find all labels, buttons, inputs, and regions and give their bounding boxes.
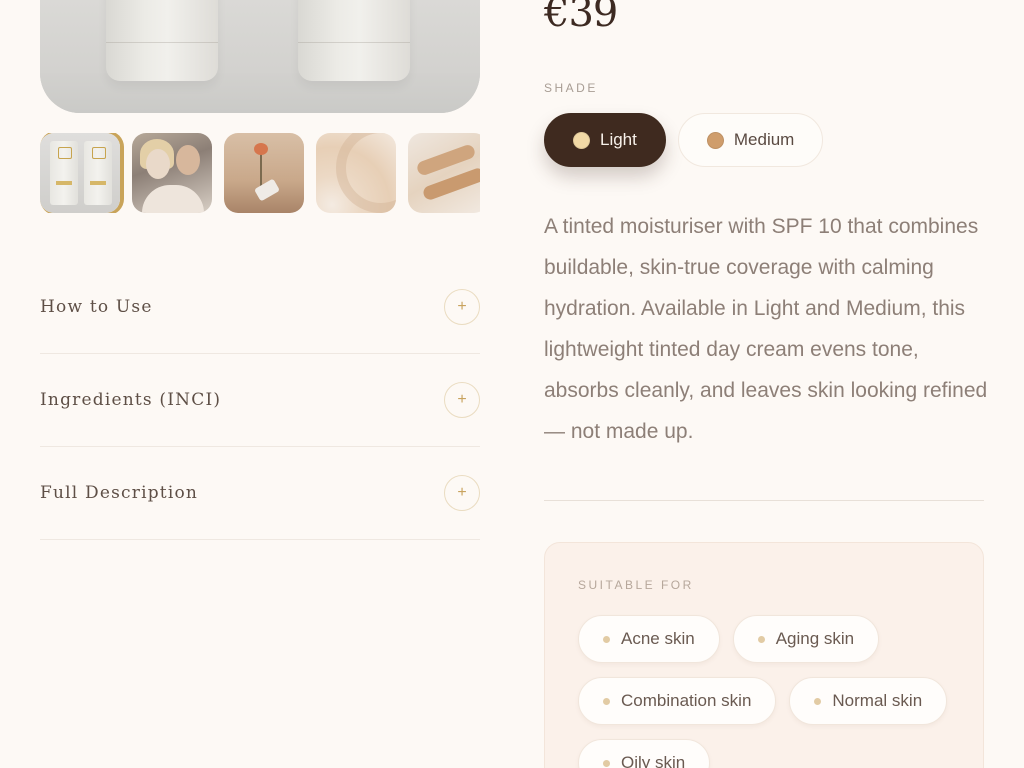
product-accordion: How to Use + Ingredients (INCI) + Full D… <box>40 261 480 540</box>
skin-type-label: Aging skin <box>775 629 855 648</box>
shade-swatch <box>573 131 590 149</box>
skin-type-chip: Aging skin <box>732 615 880 663</box>
skin-type-chips: Acne skin Aging skin Combination skin No… <box>578 615 968 768</box>
bullet-dot-icon <box>757 635 765 643</box>
product-tube-image <box>298 0 410 81</box>
skin-type-label: Combination skin <box>621 691 752 710</box>
shade-label: SHADE <box>544 81 598 95</box>
image-backdrop <box>40 73 480 113</box>
skin-type-label: Oily skin <box>621 753 686 768</box>
bullet-dot-icon <box>603 635 610 643</box>
model-graphic <box>146 149 170 179</box>
tube-graphic <box>84 141 112 205</box>
product-price: €39 <box>544 0 618 36</box>
suitable-for-label: SUITABLE FOR <box>578 578 694 592</box>
accordion-ingredients[interactable]: Ingredients (INCI) + <box>40 354 480 447</box>
shade-selector: Light Medium <box>544 113 824 167</box>
model-graphic <box>176 145 200 175</box>
product-page: How to Use + Ingredients (INCI) + Full D… <box>0 0 1024 768</box>
product-main-image[interactable] <box>40 0 480 113</box>
accordion-title: How to Use <box>40 297 153 317</box>
skin-type-chip: Normal skin <box>789 677 948 725</box>
suitable-for-panel: SUITABLE FOR Acne skin Aging skin Combin… <box>544 542 984 768</box>
plus-icon[interactable]: + <box>444 289 480 325</box>
accordion-title: Ingredients (INCI) <box>40 390 222 410</box>
shade-option-medium[interactable]: Medium <box>677 113 824 167</box>
tube-graphic <box>50 141 78 205</box>
shade-option-label: Light <box>600 130 637 149</box>
shade-option-label: Medium <box>733 130 795 149</box>
product-tube-image <box>106 0 218 81</box>
cream-graphic <box>336 133 396 213</box>
skin-type-label: Acne skin <box>621 629 695 648</box>
thumbnail-product-tubes[interactable] <box>40 133 120 213</box>
skin-type-chip: Oily skin <box>578 739 711 768</box>
thumbnail-flower-still-life[interactable] <box>224 133 304 213</box>
flower-graphic <box>254 143 268 155</box>
skin-type-chip: Acne skin <box>578 615 720 663</box>
bullet-dot-icon <box>603 697 610 705</box>
divider <box>544 500 984 501</box>
model-graphic <box>142 185 204 213</box>
accordion-title: Full Description <box>40 483 199 503</box>
plus-icon[interactable]: + <box>444 475 480 511</box>
accordion-how-to-use[interactable]: How to Use + <box>40 261 480 354</box>
bullet-dot-icon <box>814 697 822 705</box>
product-description: A tinted moisturiser with SPF 10 that co… <box>544 215 988 443</box>
skin-type-chip: Combination skin <box>578 677 777 725</box>
bullet-dot-icon <box>603 759 610 767</box>
accordion-full-description[interactable]: Full Description + <box>40 447 480 540</box>
skin-type-label: Normal skin <box>832 691 923 710</box>
plus-icon[interactable]: + <box>444 382 480 418</box>
thumbnail-cream-swirl[interactable] <box>316 133 396 213</box>
shade-option-light[interactable]: Light <box>544 113 666 167</box>
bottle-graphic <box>253 178 281 202</box>
thumbnail-strip <box>40 133 480 213</box>
thumbnail-cream-swatch[interactable] <box>408 133 480 213</box>
thumbnail-models[interactable] <box>132 133 212 213</box>
shade-swatch <box>706 131 724 149</box>
